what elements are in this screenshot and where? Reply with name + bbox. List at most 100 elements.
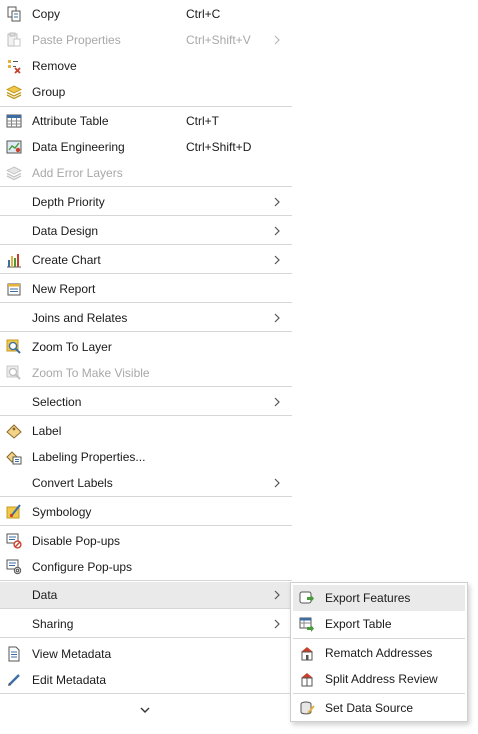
menu-item-label: Remove bbox=[32, 59, 77, 73]
menu-item-labeling-properties[interactable]: Labeling Properties... bbox=[0, 444, 292, 470]
menu-item-label: View Metadata bbox=[32, 647, 112, 661]
menu-item-remove[interactable]: Remove bbox=[0, 53, 292, 79]
menu-item-data[interactable]: Data bbox=[0, 582, 292, 608]
menu-item-symbology[interactable]: Symbology bbox=[0, 499, 292, 525]
menu-item-label: Sharing bbox=[32, 617, 74, 631]
menu-item-disable-popups[interactable]: Disable Pop-ups bbox=[0, 528, 292, 554]
disable-popups-icon bbox=[6, 533, 22, 549]
menu-item-label: Add Error Layers bbox=[32, 166, 123, 180]
chevron-right-icon bbox=[271, 34, 283, 46]
export-features-icon bbox=[299, 590, 315, 606]
data-submenu: Export Features Export Table Rematch Add… bbox=[290, 582, 468, 722]
set-data-source-icon bbox=[299, 700, 315, 716]
chevron-right-icon bbox=[271, 589, 283, 601]
shortcut-text: Ctrl+Shift+V bbox=[186, 33, 251, 47]
zoom-to-make-visible-icon bbox=[6, 365, 22, 381]
menu-item-zoom-to-make-visible[interactable]: Zoom To Make Visible bbox=[0, 360, 292, 386]
add-error-layers-icon bbox=[6, 165, 22, 181]
menu-item-label: Disable Pop-ups bbox=[32, 534, 121, 548]
menu-item-label: Group bbox=[32, 85, 66, 99]
menu-item-configure-popups[interactable]: Configure Pop-ups bbox=[0, 554, 292, 580]
remove-icon bbox=[6, 58, 22, 74]
context-menu: Copy Ctrl+C Paste Properties Ctrl+Shift+… bbox=[0, 0, 292, 734]
separator bbox=[293, 693, 465, 694]
menu-item-label: Label bbox=[32, 424, 62, 438]
view-metadata-icon bbox=[6, 646, 22, 662]
submenu-item-label: Set Data Source bbox=[325, 701, 414, 715]
menu-item-label: Data Engineering bbox=[32, 140, 125, 154]
menu-item-attribute-table[interactable]: Attribute Table Ctrl+T bbox=[0, 108, 292, 134]
separator bbox=[0, 106, 292, 107]
separator bbox=[0, 415, 292, 416]
copy-icon bbox=[6, 6, 22, 22]
menu-item-copy[interactable]: Copy Ctrl+C bbox=[0, 1, 292, 27]
export-table-icon bbox=[299, 616, 315, 632]
menu-item-label: Zoom To Make Visible bbox=[32, 366, 150, 380]
chevron-right-icon bbox=[271, 225, 283, 237]
separator bbox=[0, 302, 292, 303]
submenu-item-split-address-review[interactable]: Split Address Review bbox=[293, 666, 465, 692]
group-icon bbox=[6, 84, 22, 100]
chevron-right-icon bbox=[271, 254, 283, 266]
edit-metadata-icon bbox=[6, 672, 22, 688]
menu-item-selection[interactable]: Selection bbox=[0, 389, 292, 415]
menu-item-create-chart[interactable]: Create Chart bbox=[0, 247, 292, 273]
separator bbox=[0, 637, 292, 638]
separator bbox=[0, 525, 292, 526]
menu-item-view-metadata[interactable]: View Metadata bbox=[0, 641, 292, 667]
menu-item-label: Copy bbox=[32, 7, 61, 21]
chevron-right-icon bbox=[271, 312, 283, 324]
menu-item-label: Depth Priority bbox=[32, 195, 105, 209]
menu-item-label: Data bbox=[32, 588, 58, 602]
submenu-item-label: Rematch Addresses bbox=[325, 646, 433, 660]
menu-item-new-report[interactable]: New Report bbox=[0, 276, 292, 302]
menu-item-data-engineering[interactable]: Data Engineering Ctrl+Shift+D bbox=[0, 134, 292, 160]
menu-item-label[interactable]: Label bbox=[0, 418, 292, 444]
separator bbox=[0, 186, 292, 187]
labeling-properties-icon bbox=[6, 449, 22, 465]
rematch-addresses-icon bbox=[299, 645, 315, 661]
symbology-icon bbox=[6, 504, 22, 520]
separator bbox=[0, 215, 292, 216]
submenu-item-export-features[interactable]: Export Features bbox=[293, 585, 465, 611]
submenu-item-set-data-source[interactable]: Set Data Source bbox=[293, 695, 465, 721]
submenu-item-export-table[interactable]: Export Table bbox=[293, 611, 465, 637]
chevron-right-icon bbox=[271, 396, 283, 408]
separator bbox=[293, 638, 465, 639]
menu-item-convert-labels[interactable]: Convert Labels bbox=[0, 470, 292, 496]
data-engineering-icon bbox=[6, 139, 22, 155]
report-icon bbox=[6, 281, 22, 297]
menu-item-label: Zoom To Layer bbox=[32, 340, 112, 354]
menu-item-add-error-layers[interactable]: Add Error Layers bbox=[0, 160, 292, 186]
separator bbox=[0, 496, 292, 497]
menu-item-label: Convert Labels bbox=[32, 476, 113, 490]
menu-item-depth-priority[interactable]: Depth Priority bbox=[0, 189, 292, 215]
menu-item-label: Selection bbox=[32, 395, 82, 409]
separator bbox=[0, 693, 292, 694]
submenu-item-label: Export Features bbox=[325, 591, 411, 605]
chevron-right-icon bbox=[271, 196, 283, 208]
submenu-item-rematch-addresses[interactable]: Rematch Addresses bbox=[293, 640, 465, 666]
menu-item-zoom-to-layer[interactable]: Zoom To Layer bbox=[0, 334, 292, 360]
separator bbox=[0, 386, 292, 387]
zoom-to-layer-icon bbox=[6, 339, 22, 355]
submenu-item-label: Export Table bbox=[325, 617, 392, 631]
menu-item-joins-and-relates[interactable]: Joins and Relates bbox=[0, 305, 292, 331]
menu-item-label: Labeling Properties... bbox=[32, 450, 146, 464]
separator bbox=[0, 608, 292, 609]
shortcut-text: Ctrl+C bbox=[186, 7, 221, 21]
menu-item-group[interactable]: Group bbox=[0, 79, 292, 105]
menu-item-label: Joins and Relates bbox=[32, 311, 128, 325]
menu-item-label: Attribute Table bbox=[32, 114, 109, 128]
menu-item-data-design[interactable]: Data Design bbox=[0, 218, 292, 244]
menu-item-sharing[interactable]: Sharing bbox=[0, 611, 292, 637]
paste-properties-icon bbox=[6, 32, 22, 48]
chevron-down-icon[interactable] bbox=[138, 703, 152, 717]
menu-item-label: Configure Pop-ups bbox=[32, 560, 133, 574]
menu-item-edit-metadata[interactable]: Edit Metadata bbox=[0, 667, 292, 693]
menu-item-paste-properties[interactable]: Paste Properties Ctrl+Shift+V bbox=[0, 27, 292, 53]
label-icon bbox=[6, 423, 22, 439]
menu-item-label: Data Design bbox=[32, 224, 99, 238]
separator bbox=[0, 273, 292, 274]
separator bbox=[0, 331, 292, 332]
